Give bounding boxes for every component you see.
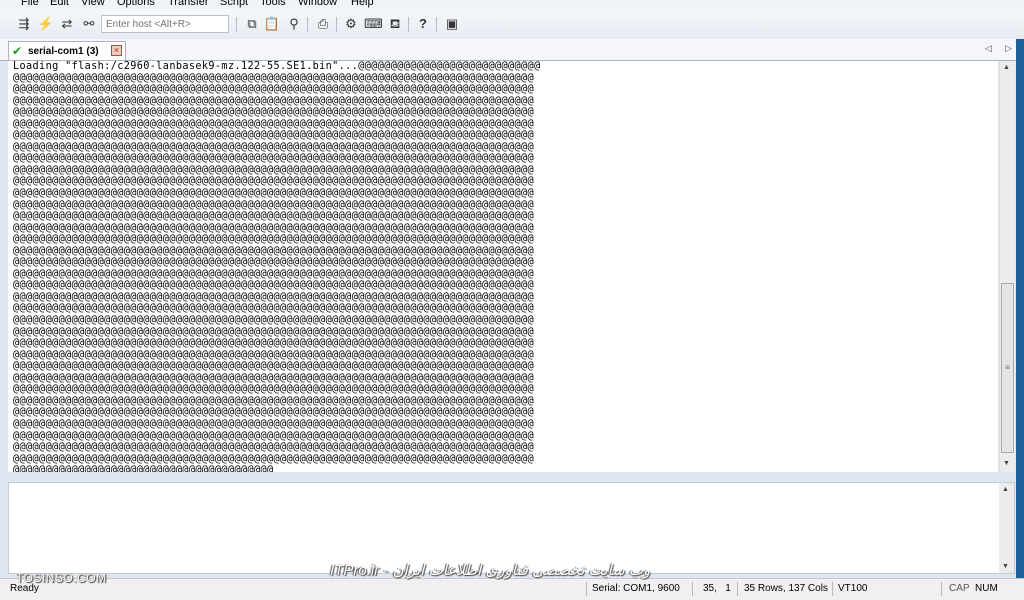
terminal-line: @@@@@@@@@@@@@@@@@@@@@@@@@@@@@@@@@@@@@@@@… — [13, 141, 535, 153]
menu-bar: File Edit View Options Transfer Script T… — [0, 0, 1024, 9]
terminal-line: @@@@@@@@@@@@@@@@@@@@@@@@@@@@@@@@@@@@@@@@… — [13, 442, 535, 454]
terminal-line: @@@@@@@@@@@@@@@@@@@@@@@@@@@@@@@@@@@@@@@@… — [13, 130, 535, 142]
paste-icon[interactable]: 📋 — [263, 15, 281, 33]
menu-transfer[interactable]: Transfer — [168, 0, 209, 9]
terminal-line: @@@@@@@@@@@@@@@@@@@@@@@@@@@@@@@@@@@@@@@@… — [13, 211, 535, 223]
scroll-down-icon[interactable]: ▼ — [1002, 563, 1009, 571]
toolbar: ⇶ ⚡ ⇄ ⚯ ⧉ 📋 ⚲ ⎙ ⚙ ⌨ ⛾ ? ▣ — [0, 9, 1024, 40]
terminal-line: @@@@@@@@@@@@@@@@@@@@@@@@@@@@@@@@@@@@@@@@ — [13, 465, 274, 472]
tab-scroll-right-icon[interactable]: ▷ — [1005, 42, 1012, 55]
terminal-line: @@@@@@@@@@@@@@@@@@@@@@@@@@@@@@@@@@@@@@@@… — [13, 395, 535, 407]
reconnect-icon[interactable]: ⇄ — [58, 15, 76, 33]
status-bar: Ready Serial: COM1, 9600 35, 1 35 Rows, … — [0, 578, 1024, 600]
scroll-down-icon[interactable]: ▼ — [1003, 460, 1010, 468]
terminal-line: Loading "flash:/c2960-lanbasek9-mz.122-5… — [13, 61, 541, 72]
scroll-up-icon[interactable]: ▲ — [1003, 64, 1010, 72]
terminal-line: @@@@@@@@@@@@@@@@@@@@@@@@@@@@@@@@@@@@@@@@… — [13, 361, 535, 373]
status-separator — [692, 582, 693, 596]
window-edge — [1016, 39, 1024, 579]
scroll-up-icon[interactable]: ▲ — [1002, 486, 1009, 494]
terminal-line: @@@@@@@@@@@@@@@@@@@@@@@@@@@@@@@@@@@@@@@@… — [13, 303, 535, 315]
terminal-scrollbar[interactable]: ▲ ≡ ▼ — [999, 61, 1015, 472]
terminal-line: @@@@@@@@@@@@@@@@@@@@@@@@@@@@@@@@@@@@@@@@… — [13, 418, 535, 430]
terminal-line: @@@@@@@@@@@@@@@@@@@@@@@@@@@@@@@@@@@@@@@@… — [13, 164, 535, 176]
terminal-line: @@@@@@@@@@@@@@@@@@@@@@@@@@@@@@@@@@@@@@@@… — [13, 118, 535, 130]
status-separator — [586, 582, 587, 596]
sftp-icon[interactable]: ⛾ — [386, 15, 404, 33]
terminal-line: @@@@@@@@@@@@@@@@@@@@@@@@@@@@@@@@@@@@@@@@… — [13, 384, 535, 396]
status-num-lock: NUM — [975, 583, 998, 594]
menu-window[interactable]: Window — [298, 0, 337, 9]
terminal-line: @@@@@@@@@@@@@@@@@@@@@@@@@@@@@@@@@@@@@@@@… — [13, 84, 535, 96]
status-separator — [832, 582, 833, 596]
terminal-line: @@@@@@@@@@@@@@@@@@@@@@@@@@@@@@@@@@@@@@@@… — [13, 372, 535, 384]
menu-options[interactable]: Options — [117, 0, 155, 9]
menu-view[interactable]: View — [81, 0, 105, 9]
connected-check-icon: ✔ — [12, 44, 23, 58]
terminal-line: @@@@@@@@@@@@@@@@@@@@@@@@@@@@@@@@@@@@@@@@… — [13, 453, 535, 465]
status-separator — [941, 582, 942, 596]
terminal-text: Loading "flash:/c2960-lanbasek9-mz.122-5… — [8, 61, 998, 472]
session-tab-strip: ✔ serial-com1 (3) × ◁ ▷ — [0, 39, 1024, 61]
menu-help[interactable]: Help — [351, 0, 374, 9]
terminal-line: @@@@@@@@@@@@@@@@@@@@@@@@@@@@@@@@@@@@@@@@… — [13, 257, 535, 269]
menu-file[interactable]: File — [21, 0, 39, 9]
terminal-line: @@@@@@@@@@@@@@@@@@@@@@@@@@@@@@@@@@@@@@@@… — [13, 245, 535, 257]
disconnect-icon[interactable]: ⚯ — [80, 15, 98, 33]
terminal-line: @@@@@@@@@@@@@@@@@@@@@@@@@@@@@@@@@@@@@@@@… — [13, 280, 535, 292]
toolbar-separator — [307, 17, 308, 32]
terminal-line: @@@@@@@@@@@@@@@@@@@@@@@@@@@@@@@@@@@@@@@@… — [13, 291, 535, 303]
toolbar-separator — [436, 17, 437, 32]
terminal-line: @@@@@@@@@@@@@@@@@@@@@@@@@@@@@@@@@@@@@@@@… — [13, 188, 535, 200]
terminal-line: @@@@@@@@@@@@@@@@@@@@@@@@@@@@@@@@@@@@@@@@… — [13, 95, 535, 107]
watermark-tosinso: TOSINSO.COM — [16, 571, 107, 585]
status-cursor-position: 35, 1 — [703, 583, 731, 594]
menu-edit[interactable]: Edit — [50, 0, 69, 9]
watermark-itpro: ITPro.ir - وب سایت تخصصی فناوری اطلاعات … — [330, 562, 651, 579]
toolbar-separator — [236, 17, 237, 32]
terminal-line: @@@@@@@@@@@@@@@@@@@@@@@@@@@@@@@@@@@@@@@@… — [13, 326, 535, 338]
help-icon[interactable]: ? — [414, 15, 432, 33]
terminal-line: @@@@@@@@@@@@@@@@@@@@@@@@@@@@@@@@@@@@@@@@… — [13, 176, 535, 188]
copy-icon[interactable]: ⧉ — [243, 15, 261, 33]
terminal-line: @@@@@@@@@@@@@@@@@@@@@@@@@@@@@@@@@@@@@@@@… — [13, 338, 535, 350]
toolbar-separator — [408, 17, 409, 32]
terminal-line: @@@@@@@@@@@@@@@@@@@@@@@@@@@@@@@@@@@@@@@@… — [13, 315, 535, 327]
pane-splitter[interactable] — [0, 472, 1024, 482]
terminal-line: @@@@@@@@@@@@@@@@@@@@@@@@@@@@@@@@@@@@@@@@… — [13, 107, 535, 119]
keymap-icon[interactable]: ⌨ — [364, 15, 383, 33]
close-tab-icon[interactable]: × — [111, 45, 122, 56]
command-window-scrollbar[interactable]: ▲ ▼ — [999, 483, 1014, 573]
status-connection: Serial: COM1, 9600 — [592, 583, 680, 594]
tab-serial-com1[interactable]: ✔ serial-com1 (3) × — [8, 41, 126, 60]
terminal-line: @@@@@@@@@@@@@@@@@@@@@@@@@@@@@@@@@@@@@@@@… — [13, 430, 535, 442]
app-icon[interactable]: ▣ — [443, 15, 461, 33]
terminal-line: @@@@@@@@@@@@@@@@@@@@@@@@@@@@@@@@@@@@@@@@… — [13, 153, 535, 165]
terminal-line: @@@@@@@@@@@@@@@@@@@@@@@@@@@@@@@@@@@@@@@@… — [13, 407, 535, 419]
status-separator — [737, 582, 738, 596]
terminal-output[interactable]: Loading "flash:/c2960-lanbasek9-mz.122-5… — [8, 61, 998, 472]
tab-label: serial-com1 (3) — [28, 46, 99, 57]
toolbar-separator — [336, 17, 337, 32]
terminal-line: @@@@@@@@@@@@@@@@@@@@@@@@@@@@@@@@@@@@@@@@… — [13, 349, 535, 361]
terminal-line: @@@@@@@@@@@@@@@@@@@@@@@@@@@@@@@@@@@@@@@@… — [13, 268, 535, 280]
tab-scroll-left-icon[interactable]: ◁ — [985, 42, 992, 55]
scrollbar-thumb[interactable]: ≡ — [1001, 283, 1014, 453]
connect-icon[interactable]: ⇶ — [15, 15, 33, 33]
print-icon[interactable]: ⎙ — [314, 15, 332, 33]
terminal-line: @@@@@@@@@@@@@@@@@@@@@@@@@@@@@@@@@@@@@@@@… — [13, 199, 535, 211]
status-terminal-size: 35 Rows, 137 Cols — [744, 583, 828, 594]
host-input[interactable] — [101, 15, 229, 33]
find-icon[interactable]: ⚲ — [285, 15, 303, 33]
status-emulation: VT100 — [838, 583, 868, 594]
terminal-line: @@@@@@@@@@@@@@@@@@@@@@@@@@@@@@@@@@@@@@@@… — [13, 72, 535, 84]
quick-connect-icon[interactable]: ⚡ — [37, 15, 55, 33]
status-caps-lock: CAP — [949, 583, 970, 594]
terminal-line: @@@@@@@@@@@@@@@@@@@@@@@@@@@@@@@@@@@@@@@@… — [13, 222, 535, 234]
terminal-line: @@@@@@@@@@@@@@@@@@@@@@@@@@@@@@@@@@@@@@@@… — [13, 234, 535, 246]
settings-icon[interactable]: ⚙ — [342, 15, 360, 33]
menu-tools[interactable]: Tools — [260, 0, 286, 9]
menu-script[interactable]: Script — [220, 0, 248, 9]
